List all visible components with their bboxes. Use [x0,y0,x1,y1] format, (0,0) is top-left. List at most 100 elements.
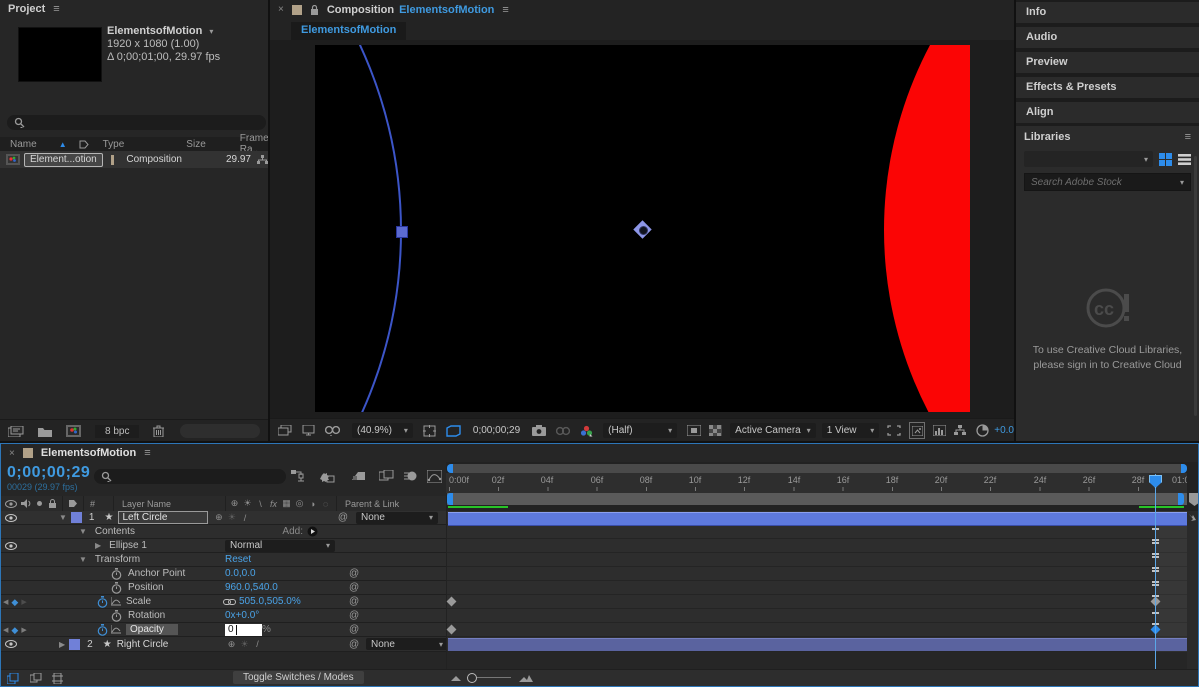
lock-icon[interactable] [310,5,319,15]
navigator-end-handle[interactable] [1181,464,1187,473]
position-value[interactable]: 960.0,540.0 [225,582,278,593]
comp-view[interactable] [315,45,970,412]
show-snapshot-icon[interactable] [556,426,570,436]
libraries-header[interactable]: Libraries ≡ [1016,126,1199,147]
graph-toggle-icon[interactable] [111,625,121,634]
quality-switch[interactable]: ⊕ [212,512,225,523]
prop-row-opacity[interactable]: ◀◆▶ Opacity 0 % @ [1,623,446,637]
pickwhip-icon[interactable]: @ [349,596,359,607]
expand-triangle[interactable]: ▼ [79,555,87,564]
panel-menu-icon[interactable]: ≡ [502,4,508,16]
anchor-point-gizmo[interactable] [633,220,653,240]
expand-render-icon[interactable] [52,673,63,684]
layer-color-swatch[interactable] [69,639,80,650]
panel-menu-icon[interactable]: ≡ [144,447,150,459]
navigator-start-handle[interactable] [447,464,453,473]
grid-view-icon[interactable] [1159,153,1172,166]
panel-audio[interactable]: Audio [1016,27,1199,48]
scale-value[interactable]: 505.0,505.0% [239,596,301,607]
close-icon[interactable]: × [9,448,15,459]
parent-dropdown[interactable]: None▾ [366,638,448,650]
exposure-value[interactable]: +0.0 [994,425,1014,436]
new-folder-icon[interactable] [38,426,52,437]
view-layout-dropdown[interactable]: 1 View▾ [822,423,880,438]
exposure-icon[interactable] [976,424,989,437]
keyframe-toggle-icon[interactable]: ◆ [11,597,18,608]
quality-best-switch[interactable]: / [251,639,264,649]
sidebar-scrollbar[interactable] [1194,156,1197,416]
draft-3d-icon[interactable] [319,470,335,484]
panel-info[interactable]: Info [1016,2,1199,23]
composition-mini-flowchart-icon[interactable] [291,470,305,483]
zoom-in-mountain-icon[interactable] [519,674,533,683]
timeline-panel-header[interactable]: × ElementsofMotion ≡ [1,444,1198,462]
anchor-value[interactable]: 0.0,0.0 [225,568,256,579]
channels-icon[interactable] [580,425,593,437]
layer1-duration-bar[interactable] [448,512,1187,526]
work-area-bar[interactable] [447,493,1187,505]
expand-triangle[interactable]: ▶ [95,541,101,550]
project-panel-header[interactable]: Project ≡ [0,0,268,19]
project-item-row[interactable]: Element...otion Composition 29.97 [0,151,268,168]
next-keyframe-icon[interactable]: ▶ [21,598,26,606]
viewer-timecode[interactable]: 0;00;00;29 [473,425,520,436]
work-area-end[interactable] [1178,493,1184,505]
panel-effects-presets[interactable]: Effects & Presets [1016,77,1199,98]
prop-row-transform[interactable]: ▼ Transform Reset [1,553,446,567]
prev-keyframe-icon[interactable]: ◀ [3,626,8,634]
keyframe-toggle-icon[interactable]: ◆ [11,625,18,636]
stock-search-input[interactable]: Search Adobe Stock ▾ [1024,173,1191,191]
next-keyframe-icon[interactable]: ▶ [21,626,26,634]
graph-toggle-icon[interactable] [111,597,121,606]
prop-row-rotation[interactable]: Rotation 0x+0.0° @ [1,609,446,623]
pickwhip-icon[interactable]: @ [349,639,359,650]
trash-icon[interactable] [153,425,164,437]
stopwatch-icon-active[interactable] [97,596,108,608]
region-of-interest-icon[interactable] [446,425,461,437]
link-dimensions-icon[interactable] [223,598,236,606]
eye-icon[interactable] [5,514,17,522]
graph-editor-icon[interactable] [427,470,442,483]
layer-name-box[interactable]: Left Circle [118,511,208,524]
work-area-start[interactable] [447,493,453,505]
library-select-dropdown[interactable]: ▾ [1024,151,1153,167]
close-icon[interactable]: × [278,4,284,15]
expand-triangle[interactable]: ▼ [59,513,67,522]
motion-blur-icon[interactable] [404,470,418,482]
quality-switch[interactable]: ⊕ [225,639,238,650]
mask-visibility-icon[interactable] [325,426,340,436]
prop-row-scale[interactable]: ◀◆▶ Scale 505.0,505.0% @ [1,595,446,609]
opacity-edit-field[interactable]: 0 [225,624,262,636]
stopwatch-icon[interactable] [111,582,122,594]
stopwatch-icon[interactable] [111,610,122,622]
new-composition-icon[interactable] [66,425,81,437]
layer2-duration-bar[interactable] [448,638,1187,651]
layer-row-left-circle[interactable]: ▼ 1 ★ Left Circle ⊕ ☀ / @ None▾ [1,511,446,525]
camera-dropdown[interactable]: Active Camera▾ [730,423,816,438]
collapse-switch[interactable]: ☀ [225,512,238,523]
share-view-icon[interactable] [887,425,901,436]
stopwatch-icon-active[interactable] [97,624,108,636]
expand-triangle[interactable]: ▶ [59,640,65,649]
pickwhip-icon[interactable]: @ [349,582,359,593]
target-region-icon[interactable] [687,425,701,436]
expand-in-out-icon[interactable] [30,673,42,684]
project-search-input[interactable] [7,115,266,130]
project-table-header[interactable]: Name ▲ Type Size Frame Ra.. [0,137,268,151]
collapse-switch[interactable]: ☀ [238,639,251,650]
time-navigator[interactable] [447,464,1187,473]
prev-keyframe-icon[interactable]: ◀ [3,598,8,606]
add-button[interactable] [307,526,318,537]
timeline-search-input[interactable] [94,469,286,484]
layer-row-right-circle[interactable]: ▶ 2 ★ Right Circle ⊕ ☀ / @ None▾ [1,637,446,652]
zoom-out-mountain-icon[interactable] [451,675,461,682]
eye-icon[interactable] [5,640,17,648]
expand-layers-icon[interactable] [7,673,20,684]
path-vertex-handle[interactable] [396,226,408,238]
grid-guides-icon[interactable] [423,425,436,437]
timeline-vscrollbar[interactable] [1187,511,1198,669]
pickwhip-icon[interactable]: @ [349,568,359,579]
pickwhip-icon[interactable]: @ [349,610,359,621]
toggle-switches-button[interactable]: Toggle Switches / Modes [233,671,364,684]
shy-layers-icon[interactable] [351,470,366,482]
